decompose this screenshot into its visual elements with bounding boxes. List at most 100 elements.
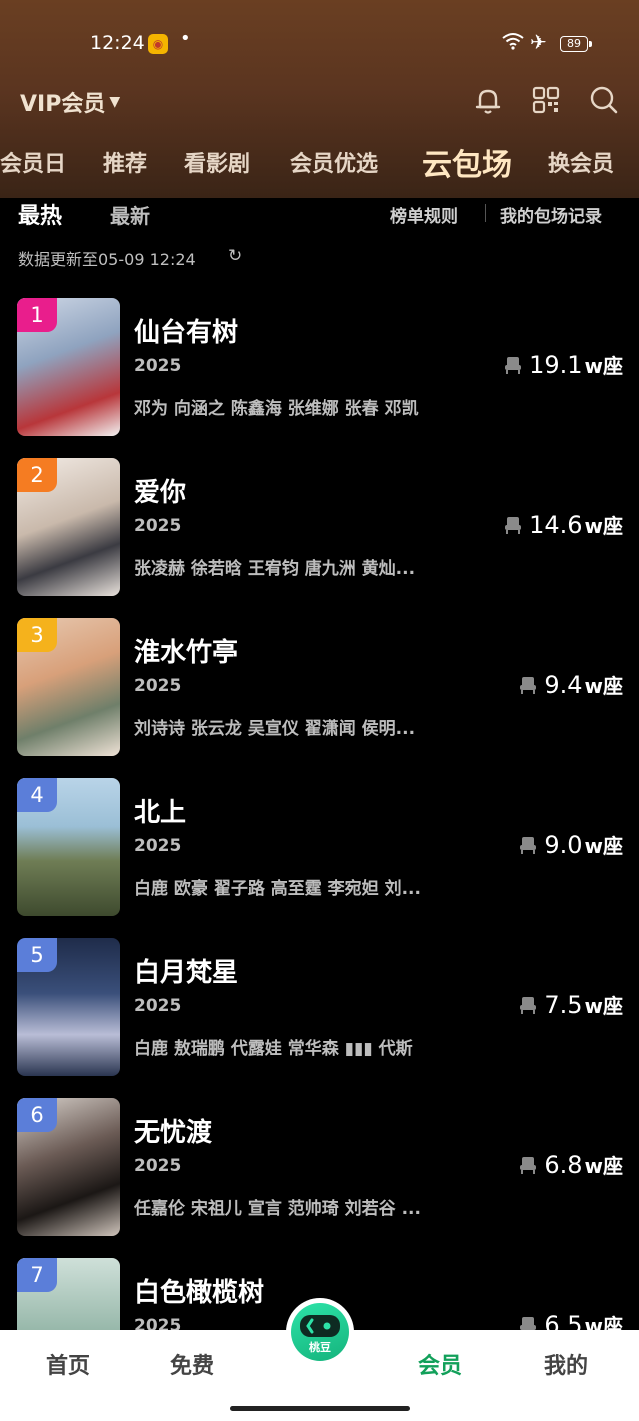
ranking-list-item[interactable]: 3 淮水竹亭 2025 刘诗诗 张云龙 吴宣仪 翟潇闻 侯明... 9.4 w座 [0,618,639,756]
sort-hottest[interactable]: 最热 [18,198,62,230]
seat-count: 9.4 w座 [518,670,623,699]
seat-count: 7.5 w座 [518,990,623,1019]
home-indicator[interactable] [230,1406,410,1411]
nav-free[interactable]: 免费 [170,1348,214,1380]
seat-count: 6.8 w座 [518,1150,623,1179]
ranking-list-item[interactable]: 5 白月梵星 2025 白鹿 敖瑞鹏 代露娃 常华森 ▮▮▮ 代斯 7.5 w座 [0,938,639,1076]
seat-unit: w座 [584,514,623,538]
rank-badge: 6 [17,1098,57,1132]
item-year: 2025 [134,1156,182,1176]
seat-unit: w座 [584,994,623,1018]
seat-count: 9.0 w座 [518,830,623,859]
vip-dropdown[interactable]: VIP会员 ▼ [20,86,120,118]
seat-unit: w座 [584,1154,623,1178]
ranking-list-item[interactable]: 6 无忧渡 2025 任嘉伦 宋祖儿 宣言 范帅琦 刘若谷 ... 6.8 w座 [0,1098,639,1236]
my-screening-records-link[interactable]: 我的包场记录 [500,202,602,227]
rank-badge: 7 [17,1258,57,1292]
caret-down-icon: ▼ [109,94,121,110]
tab-movies[interactable]: 看影剧 [184,146,250,178]
ranking-list-item[interactable]: 4 北上 2025 白鹿 欧豪 翟子路 高至霆 李宛妲 刘... 9.0 w座 [0,778,639,916]
nav-member[interactable]: 会员 [418,1348,462,1380]
update-timestamp: 数据更新至05-09 12:24 [18,250,196,269]
status-dot: • [180,28,191,49]
seat-number: 14.6 [529,510,583,539]
item-year: 2025 [134,356,182,376]
mascot-face [300,1315,340,1337]
channel-tabs: 会员日 推荐 看影剧 会员优选 云包场 换会员 [0,140,639,184]
poster-image: 1 [17,298,120,436]
qr-scan-icon[interactable] [530,84,562,116]
poster-image: 5 [17,938,120,1076]
rank-badge: 1 [17,298,57,332]
seat-number: 9.0 [544,830,583,859]
battery-indicator: 89 [560,36,592,52]
vip-dropdown-label: VIP会员 [20,92,106,117]
seat-icon [520,1156,537,1174]
seat-number: 6.8 [544,1150,583,1179]
tab-switch-membership[interactable]: 换会员 [548,146,614,178]
item-year: 2025 [134,516,182,536]
item-cast: 白鹿 敖瑞鹏 代露娃 常华森 ▮▮▮ 代斯 [134,1039,413,1059]
item-cast: 任嘉伦 宋祖儿 宣言 范帅琦 刘若谷 ... [134,1199,421,1219]
seat-icon [505,356,522,374]
nav-mine[interactable]: 我的 [544,1348,588,1380]
seat-icon [520,996,537,1014]
rank-badge: 5 [17,938,57,972]
seat-icon [520,836,537,854]
tab-member-day[interactable]: 会员日 [0,146,66,178]
seat-unit: w座 [584,354,623,378]
rank-badge: 3 [17,618,57,652]
ranking-rules-link[interactable]: 榜单规则 [390,202,458,227]
seat-number: 19.1 [529,350,583,379]
bell-icon[interactable] [472,84,504,116]
poster-image: 4 [17,778,120,916]
poster-image: 2 [17,458,120,596]
item-title: 北上 [134,798,187,828]
tab-cloud-screening[interactable]: 云包场 [422,140,512,184]
item-year: 2025 [134,996,182,1016]
item-year: 2025 [134,676,182,696]
item-title: 白月梵星 [134,958,239,988]
item-year: 2025 [134,836,182,856]
seat-number: 7.5 [544,990,583,1019]
header: 12:24 ◉ • ✈ 89 VIP会员 ▼ 会员日 推荐 看影剧 会员优选 云… [0,0,639,198]
nav-home[interactable]: 首页 [46,1348,90,1380]
item-title: 仙台有树 [134,318,239,348]
ranking-subheader: 最热 最新 榜单规则 我的包场记录 数据更新至05-09 12:24 ↻ [0,198,639,278]
taodou-mascot-icon: 桃豆 [291,1303,349,1361]
tab-recommend[interactable]: 推荐 [103,146,147,178]
home-indicator-area [0,1396,639,1421]
refresh-icon[interactable]: ↻ [228,246,242,266]
status-bar: 12:24 ◉ • ✈ 89 [0,28,639,60]
tab-member-picks[interactable]: 会员优选 [290,146,378,178]
item-title: 白色橄榄树 [134,1278,265,1308]
seat-icon [520,676,537,694]
mascot-eyes-icon [306,1318,331,1334]
wifi-icon [502,33,524,50]
seat-count: 14.6 w座 [503,510,623,539]
item-title: 无忧渡 [134,1118,213,1148]
search-icon[interactable] [588,84,620,116]
seat-icon [505,516,522,534]
ranking-list-item[interactable]: 2 爱你 2025 张凌赫 徐若晗 王宥钧 唐九洲 黄灿... 14.6 w座 [0,458,639,596]
seat-number: 9.4 [544,670,583,699]
item-cast: 刘诗诗 张云龙 吴宣仪 翟潇闻 侯明... [134,719,416,739]
taodou-label: 桃豆 [309,1341,331,1354]
poster-image: 6 [17,1098,120,1236]
ranking-list-item[interactable]: 1 仙台有树 2025 邓为 向涵之 陈鑫海 张维娜 张春 邓凯 19.1 w座 [0,298,639,436]
item-title: 淮水竹亭 [134,638,239,668]
rank-badge: 2 [17,458,57,492]
sort-newest[interactable]: 最新 [110,200,150,229]
center-taodou-button[interactable]: 桃豆 [286,1298,354,1366]
weibo-app-icon: ◉ [148,34,168,54]
poster-image: 3 [17,618,120,756]
item-cast: 张凌赫 徐若晗 王宥钧 唐九洲 黄灿... [134,559,416,579]
rank-badge: 4 [17,778,57,812]
item-title: 爱你 [134,478,187,508]
item-cast: 白鹿 欧豪 翟子路 高至霆 李宛妲 刘... [134,879,421,899]
divider [485,204,486,222]
seat-unit: w座 [584,834,623,858]
item-cast: 邓为 向涵之 陈鑫海 张维娜 张春 邓凯 [134,399,419,419]
seat-unit: w座 [584,674,623,698]
seat-count: 19.1 w座 [503,350,623,379]
